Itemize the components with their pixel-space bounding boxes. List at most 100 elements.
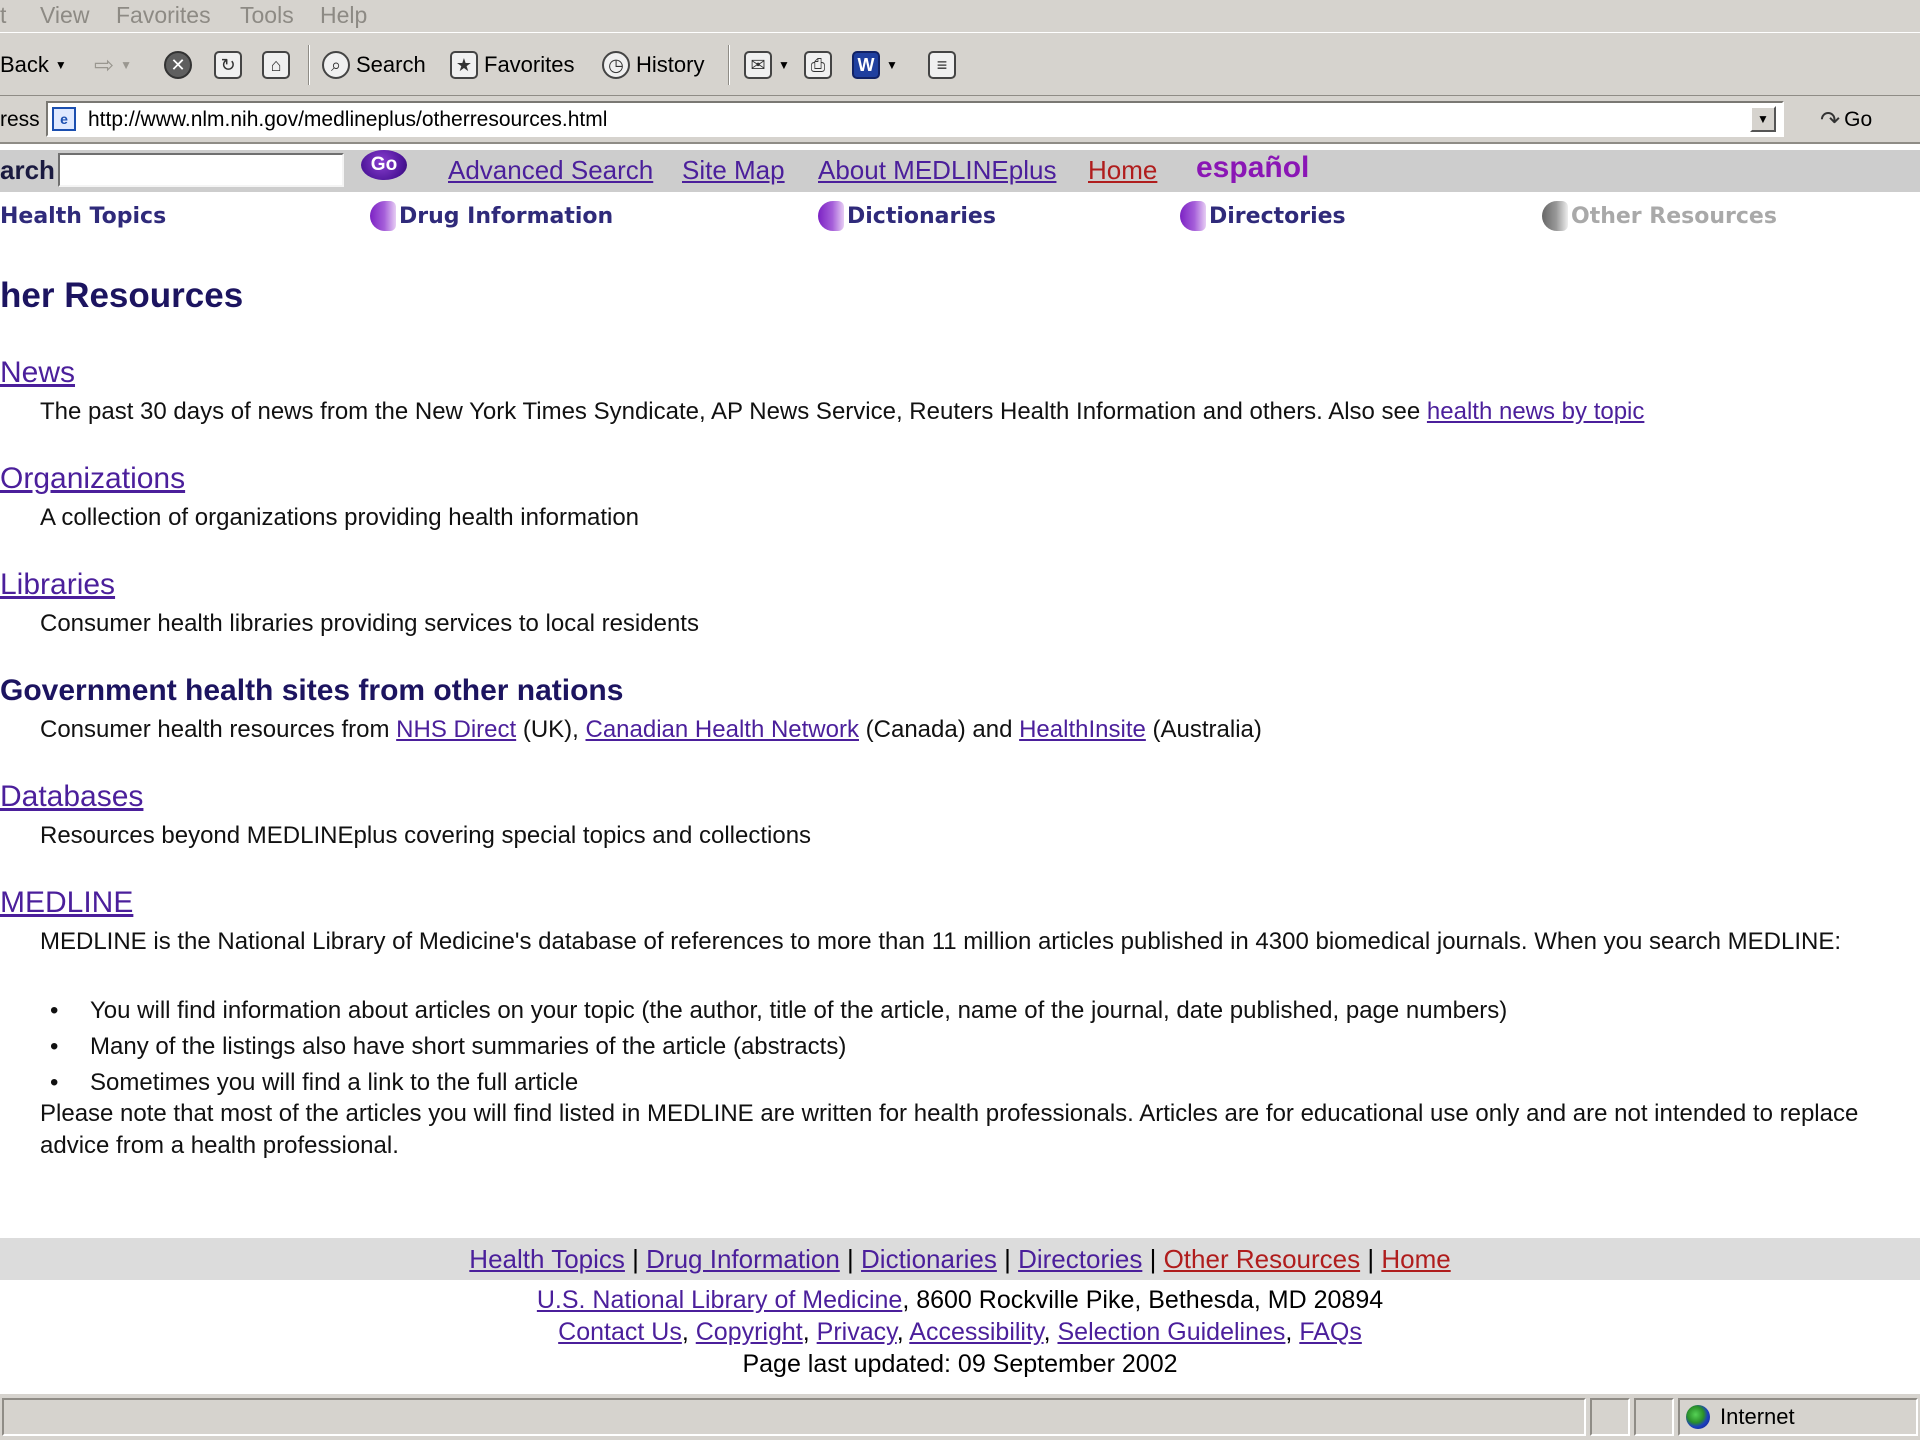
footer-separator: | (1004, 1244, 1011, 1274)
libraries-description: Consumer health libraries providing serv… (40, 610, 699, 637)
globe-icon (1686, 1405, 1710, 1429)
home-icon: ⌂ (262, 51, 290, 79)
favorites-button[interactable]: ★ Favorites (450, 47, 574, 83)
government-description: Consumer health resources from NHS Direc… (40, 716, 1262, 744)
copyright-link[interactable]: Copyright (696, 1318, 803, 1346)
about-medlineplus-link[interactable]: About MEDLINEplus (818, 155, 1056, 186)
address-input[interactable]: e http://www.nlm.nih.gov/medlineplus/oth… (46, 101, 1784, 137)
nlm-link[interactable]: U.S. National Library of Medicine (537, 1286, 902, 1314)
footer-separator: | (1367, 1244, 1375, 1274)
accessibility-link[interactable]: Accessibility (909, 1318, 1043, 1346)
footer-separator: | (1149, 1244, 1157, 1274)
page-icon: e (52, 107, 76, 131)
status-pane (1590, 1398, 1630, 1436)
chevron-down-icon[interactable]: ▼ (886, 58, 898, 72)
organizations-description: A collection of organizations providing … (40, 504, 640, 531)
list-item: Sometimes you will find a link to the fu… (80, 1066, 1507, 1102)
contact-us-link[interactable]: Contact Us (558, 1318, 682, 1346)
medline-note: Please note that most of the articles yo… (40, 1100, 1859, 1159)
site-search-input[interactable] (58, 153, 344, 187)
edit-word-button[interactable]: W ▼ (852, 47, 898, 83)
tab-bullet-icon (1180, 201, 1206, 231)
organizations-heading-link[interactable]: Organizations (0, 462, 185, 496)
browser-go-button[interactable]: ↷ Go (1820, 104, 1872, 136)
stop-button[interactable]: ✕ (164, 47, 192, 83)
chevron-down-icon[interactable]: ▼ (778, 58, 790, 72)
site-map-link[interactable]: Site Map (682, 155, 785, 186)
print-button[interactable]: ⎙ (804, 47, 832, 83)
refresh-button[interactable]: ↻ (214, 47, 242, 83)
menu-item-edit[interactable]: t (0, 2, 6, 29)
site-go-button[interactable]: Go (361, 150, 407, 180)
go-arrow-icon: ↷ (1820, 106, 1841, 134)
health-news-by-topic-link[interactable]: health news by topic (1427, 398, 1644, 425)
tab-label: Directories (1209, 203, 1346, 229)
menu-item-view[interactable]: View (40, 2, 89, 29)
site-search-bar: arch Go Advanced Search Site Map About M… (0, 150, 1920, 192)
espanol-link[interactable]: español (1196, 151, 1309, 185)
medline-heading-link[interactable]: MEDLINE (0, 886, 133, 920)
healthinsite-link[interactable]: HealthInsite (1019, 716, 1146, 743)
forward-button[interactable]: ⇨ ▼ (94, 47, 132, 83)
address-bar: ress e http://www.nlm.nih.gov/medlineplu… (0, 96, 1920, 144)
word-icon: W (852, 51, 880, 79)
search-label: Search (356, 52, 426, 77)
history-label: History (636, 52, 705, 77)
footer-comma: , (1043, 1318, 1058, 1346)
print-icon: ⎙ (804, 51, 832, 79)
government-text: (UK), (516, 716, 586, 743)
tab-health-topics[interactable]: Health Topics (0, 196, 166, 236)
history-button[interactable]: ◷ History (602, 47, 704, 83)
tab-drug-information[interactable]: Drug Information (370, 196, 613, 236)
tab-directories[interactable]: Directories (1180, 196, 1346, 236)
home-link[interactable]: Home (1088, 155, 1157, 186)
news-heading-link[interactable]: News (0, 356, 75, 390)
selection-guidelines-link[interactable]: Selection Guidelines (1057, 1318, 1285, 1346)
favorites-label: Favorites (484, 52, 575, 77)
home-button[interactable]: ⌂ (262, 47, 290, 83)
footer-link-directories[interactable]: Directories (1018, 1244, 1142, 1274)
government-text: Consumer health resources from (40, 716, 397, 743)
footer-link-other-resources[interactable]: Other Resources (1164, 1244, 1361, 1274)
back-label: Back (0, 52, 49, 77)
section-tabs: Health Topics Drug Information Dictionar… (0, 194, 1920, 238)
footer-comma: , (1285, 1318, 1300, 1346)
footer-comma: , (896, 1318, 910, 1346)
address-url[interactable]: http://www.nlm.nih.gov/medlineplus/other… (88, 108, 607, 132)
faqs-link[interactable]: FAQs (1299, 1318, 1362, 1346)
government-text: (Australia) (1145, 716, 1262, 743)
menu-item-tools[interactable]: Tools (240, 2, 294, 29)
address-dropdown-button[interactable]: ▼ (1750, 106, 1776, 132)
forward-arrow-icon: ⇨ (94, 51, 115, 79)
databases-heading-link[interactable]: Databases (0, 780, 143, 814)
footer-link-dictionaries[interactable]: Dictionaries (861, 1244, 997, 1274)
back-button[interactable]: Back ▼ (0, 47, 67, 83)
tab-dictionaries[interactable]: Dictionaries (818, 196, 996, 236)
go-label: Go (1844, 108, 1873, 131)
address-label: ress (0, 108, 40, 131)
footer-address: U.S. National Library of Medicine, 8600 … (0, 1286, 1920, 1315)
footer-link-home[interactable]: Home (1381, 1244, 1450, 1274)
chevron-down-icon[interactable]: ▼ (120, 58, 132, 72)
footer-comma: , (681, 1318, 696, 1346)
canadian-health-network-link[interactable]: Canadian Health Network (586, 716, 859, 743)
search-button[interactable]: ⌕ Search (322, 47, 426, 83)
footer-link-health-topics[interactable]: Health Topics (469, 1244, 625, 1274)
nhs-direct-link[interactable]: NHS Direct (396, 716, 516, 743)
menu-item-help[interactable]: Help (320, 2, 367, 29)
privacy-link[interactable]: Privacy (817, 1318, 897, 1346)
mail-button[interactable]: ✉ ▼ (744, 47, 790, 83)
menu-bar: t View Favorites Tools Help (0, 0, 1920, 32)
discuss-button[interactable]: ≡ (928, 47, 956, 83)
chevron-down-icon[interactable]: ▼ (55, 58, 67, 72)
menu-item-favorites[interactable]: Favorites (116, 2, 211, 29)
address-text: , 8600 Rockville Pike, Bethesda, MD 2089… (902, 1286, 1384, 1314)
security-zone: Internet (1686, 1398, 1795, 1436)
databases-description: Resources beyond MEDLINEplus covering sp… (40, 822, 812, 849)
page-last-updated: Page last updated: 09 September 2002 (742, 1350, 1178, 1378)
advanced-search-link[interactable]: Advanced Search (448, 155, 653, 186)
footer-link-drug-information[interactable]: Drug Information (646, 1244, 840, 1274)
tab-label: Health Topics (0, 203, 167, 229)
toolbar-divider (308, 45, 310, 85)
libraries-heading-link[interactable]: Libraries (0, 568, 115, 602)
